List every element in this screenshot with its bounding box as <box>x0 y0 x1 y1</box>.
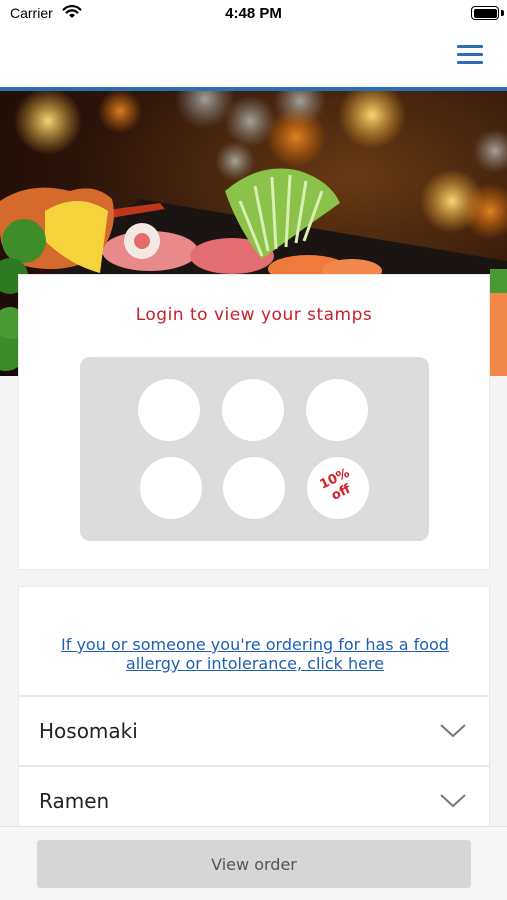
stamp-slot-reward: 10% off <box>307 457 369 519</box>
stamp-slot <box>306 379 368 441</box>
bottom-bar: View order <box>0 826 507 900</box>
stamp-card: Login to view your stamps 10% off <box>18 274 490 570</box>
stamp-slot <box>223 457 285 519</box>
stamp-grid: 10% off <box>80 357 429 541</box>
category-label: Hosomaki <box>39 719 138 743</box>
allergy-info-link[interactable]: If you or someone you're ordering for ha… <box>39 635 471 673</box>
stamp-slot <box>138 379 200 441</box>
chevron-down-icon <box>440 724 466 738</box>
stamp-slot <box>222 379 284 441</box>
stamp-card-title: Login to view your stamps <box>135 305 373 325</box>
nav-header <box>0 30 507 87</box>
allergy-notice-card: If you or someone you're ordering for ha… <box>18 586 490 696</box>
chevron-down-icon <box>440 794 466 808</box>
clock: 4:48 PM <box>225 5 282 22</box>
category-label: Ramen <box>39 789 110 813</box>
battery-tip <box>501 10 504 16</box>
view-order-button[interactable]: View order <box>37 840 471 888</box>
category-hosomaki[interactable]: Hosomaki <box>18 696 490 766</box>
hamburger-menu-icon[interactable] <box>457 40 485 66</box>
reward-text: 10% off <box>304 459 373 512</box>
battery-icon <box>471 6 499 20</box>
status-bar: Carrier 4:48 PM <box>0 0 507 30</box>
stamp-slot <box>140 457 202 519</box>
